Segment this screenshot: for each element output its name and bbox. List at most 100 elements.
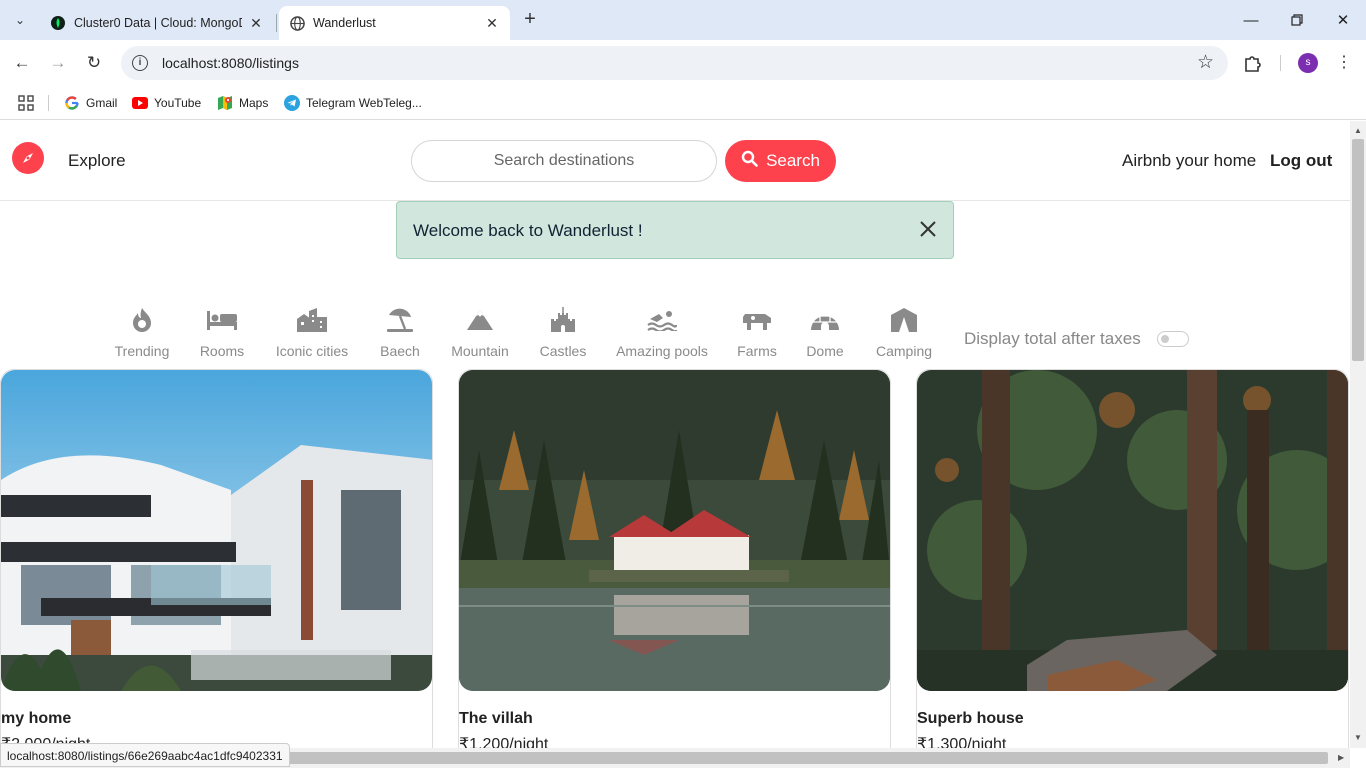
bookmark-label: Telegram WebTeleg...	[306, 96, 422, 110]
search-button-label: Search	[766, 151, 820, 170]
close-icon[interactable]: ✕	[248, 15, 264, 31]
filter-mountain[interactable]: Mountain	[450, 305, 510, 359]
flash-message: Welcome back to Wanderlust !	[413, 221, 643, 240]
swimmer-icon	[645, 305, 679, 335]
bookmark-youtube[interactable]: YouTube	[132, 92, 201, 114]
filter-label: Amazing pools	[616, 343, 708, 359]
filter-label: Baech	[380, 343, 420, 359]
browser-toolbar: ← → ↻ i localhost:8080/listings ☆	[0, 40, 1366, 86]
filter-dome[interactable]: Dome	[805, 305, 845, 359]
umbrella-beach-icon	[383, 305, 417, 335]
bed-icon	[205, 305, 239, 335]
new-tab-button[interactable]: +	[518, 8, 542, 32]
bookmark-maps[interactable]: Maps	[217, 92, 268, 114]
search-icon	[741, 150, 758, 172]
filter-castles[interactable]: Castles	[538, 305, 588, 359]
filter-farms[interactable]: Farms	[737, 305, 777, 359]
scrollbar-thumb[interactable]	[1352, 139, 1364, 361]
site-info-icon[interactable]: i	[132, 55, 148, 71]
close-icon[interactable]	[917, 218, 939, 240]
address-url[interactable]: localhost:8080/listings	[162, 55, 299, 71]
bookmark-star-icon[interactable]: ☆	[1197, 51, 1214, 74]
airbnb-your-home-link[interactable]: Airbnb your home	[1122, 151, 1256, 171]
search-button[interactable]: Search	[725, 140, 836, 182]
bookmark-label: Maps	[239, 96, 269, 110]
listing-card[interactable]: The villah ₹1,200/night	[458, 369, 891, 748]
restore-button[interactable]	[1274, 0, 1320, 40]
maps-icon	[217, 95, 233, 111]
listing-image[interactable]	[1, 370, 432, 691]
filter-amazing-pools[interactable]: Amazing pools	[616, 305, 708, 359]
compass-logo-icon[interactable]	[12, 142, 44, 174]
browser-tab-strip: ⌄ Cluster0 Data | Cloud: MongoDB ✕ Wande…	[0, 0, 1366, 40]
extensions-puzzle-icon[interactable]	[1242, 52, 1266, 76]
site-navbar: Explore Search destinations Search Airbn…	[0, 121, 1350, 201]
mountain-icon	[463, 305, 497, 335]
address-bar[interactable]: i localhost:8080/listings ☆	[121, 46, 1228, 80]
bookmarks-divider	[48, 95, 49, 111]
tab-wanderlust[interactable]: Wanderlust ✕	[279, 6, 510, 40]
tent-icon	[887, 305, 921, 335]
bookmark-label: YouTube	[154, 96, 202, 110]
fire-icon	[125, 305, 159, 335]
listing-price: ₹1,200/night	[459, 736, 549, 748]
logout-link[interactable]: Log out	[1270, 151, 1332, 171]
filter-bar: Trending Rooms Iconic cities Baech Mount…	[0, 305, 1350, 365]
page-viewport: Explore Search destinations Search Airbn…	[0, 121, 1350, 748]
filter-camping[interactable]: Camping	[874, 305, 934, 359]
filter-rooms[interactable]: Rooms	[199, 305, 245, 359]
reload-icon[interactable]: ↻	[80, 49, 108, 77]
cow-icon	[740, 305, 774, 335]
bookmark-telegram[interactable]: Telegram WebTeleg...	[284, 92, 422, 114]
bookmark-label: Gmail	[86, 96, 118, 110]
youtube-icon	[132, 95, 148, 111]
mongodb-leaf-icon	[50, 15, 66, 31]
filter-trending[interactable]: Trending	[114, 305, 170, 359]
scroll-right-arrow-icon[interactable]: ▶	[1338, 753, 1344, 762]
link-status-bubble: localhost:8080/listings/66e269aabc4ac1df…	[0, 743, 290, 767]
search-input[interactable]: Search destinations	[411, 140, 717, 182]
city-icon	[295, 305, 329, 335]
tax-toggle[interactable]: Display total after taxes	[964, 329, 1189, 349]
tab-title: Cluster0 Data | Cloud: MongoDB	[74, 16, 242, 30]
forward-arrow-icon[interactable]: →	[44, 49, 72, 77]
tax-toggle-label: Display total after taxes	[964, 329, 1141, 348]
filter-label: Camping	[875, 343, 933, 359]
profile-avatar[interactable]: s	[1298, 53, 1318, 73]
filter-beach[interactable]: Baech	[378, 305, 422, 359]
more-menu-icon[interactable]: ⋮	[1336, 52, 1352, 74]
filter-iconic-cities[interactable]: Iconic cities	[274, 305, 350, 359]
scroll-up-arrow-icon[interactable]: ▲	[1354, 126, 1362, 135]
filter-label: Dome	[806, 343, 844, 359]
igloo-icon	[808, 305, 842, 335]
listing-image[interactable]	[459, 370, 890, 691]
filter-label: Mountain	[451, 343, 509, 359]
bookmarks-bar: Gmail YouTube Maps Telegram WebTeleg...	[0, 86, 1366, 120]
castle-icon	[546, 305, 580, 335]
apps-grid-icon[interactable]	[18, 92, 34, 114]
minimize-button[interactable]: —	[1228, 0, 1274, 40]
listing-title: The villah	[459, 710, 533, 727]
filter-label: Rooms	[199, 343, 245, 359]
listing-card[interactable]: Superb house ₹1,300/night	[916, 369, 1349, 748]
tab-title: Wanderlust	[313, 16, 376, 30]
tab-search-icon[interactable]: ⌄	[6, 6, 34, 34]
vertical-scrollbar[interactable]: ▲ ▼	[1350, 121, 1366, 748]
listing-card[interactable]: my home ₹2,000/night	[0, 369, 433, 748]
filter-label: Trending	[114, 343, 170, 359]
close-window-button[interactable]: ✕	[1320, 0, 1366, 40]
filter-label: Castles	[539, 343, 587, 359]
listing-price: ₹1,300/night	[917, 736, 1007, 748]
google-icon	[64, 95, 80, 111]
globe-icon	[289, 15, 305, 31]
scroll-down-arrow-icon[interactable]: ▼	[1354, 733, 1362, 742]
close-icon[interactable]: ✕	[484, 15, 500, 31]
tax-switch[interactable]	[1156, 331, 1189, 347]
explore-link[interactable]: Explore	[68, 151, 126, 171]
back-arrow-icon[interactable]: ←	[8, 49, 36, 77]
filter-label: Iconic cities	[275, 343, 349, 359]
listing-title: my home	[1, 710, 72, 727]
listing-image[interactable]	[917, 370, 1348, 691]
bookmark-gmail[interactable]: Gmail	[64, 92, 117, 114]
tab-mongodb[interactable]: Cluster0 Data | Cloud: MongoDB ✕	[40, 6, 277, 40]
